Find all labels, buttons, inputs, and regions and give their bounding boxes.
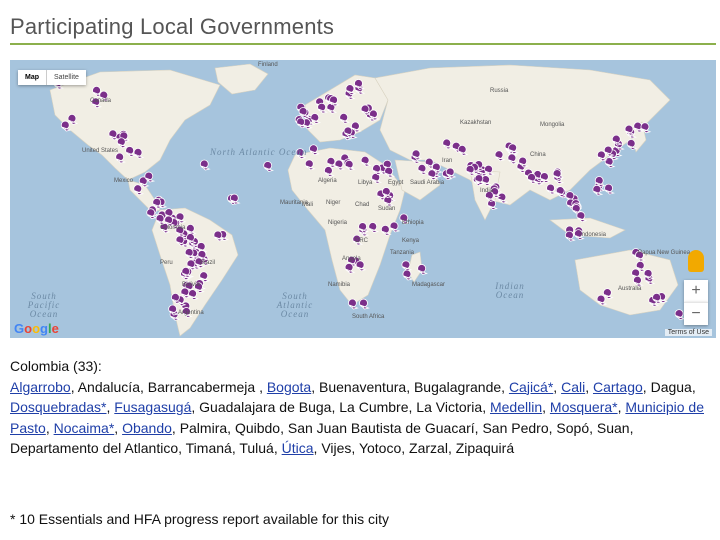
terms-of-use-link[interactable]: Terms of Use <box>664 329 712 336</box>
country-label-madagascar: Madagascar <box>412 282 446 288</box>
country-label-papua-new-guinea: Papua New Guinea <box>638 250 691 256</box>
country-heading: Colombia (33): <box>10 356 712 377</box>
location-pin-icon[interactable] <box>199 159 211 171</box>
country-label-tanzania: Tanzania <box>390 250 415 256</box>
city-palmira: Palmira <box>179 419 228 436</box>
city-la-victoria: La Victoria <box>416 399 483 415</box>
city-vijes: Vijes <box>321 440 352 456</box>
country-label-iran: Iran <box>442 158 453 164</box>
city-cajicá[interactable]: Cajicá* <box>509 379 553 395</box>
country-label-chad: Chad <box>355 202 370 208</box>
city-buenaventura: Buenaventura <box>319 378 407 395</box>
city-algarrobo[interactable]: Algarrobo <box>10 379 71 395</box>
country-label-niger: Niger <box>326 200 341 206</box>
country-label-bolivia: Bolivia <box>182 282 200 288</box>
location-pin-icon[interactable] <box>359 298 370 310</box>
location-pin-icon[interactable] <box>401 260 413 272</box>
city-list: Colombia (33): Algarrobo, Andalucía, Bar… <box>10 356 712 459</box>
city-fusagasugá[interactable]: Fusagasugá <box>114 399 191 415</box>
city-timaná: Timaná <box>185 440 232 456</box>
ocean-label-north-atlantic: North Atlantic Ocean <box>210 147 308 157</box>
google-logo: Google <box>14 321 59 336</box>
country-label-sudan: Sudan <box>378 206 396 212</box>
city-medellin[interactable]: Medellin <box>490 399 542 415</box>
page-title: Participating Local Governments <box>10 14 335 39</box>
city-zarzal: Zarzal <box>409 440 448 456</box>
map-type-map-button[interactable]: Map <box>18 70 46 85</box>
city-suan: Suan <box>596 419 630 436</box>
ocean-label-indian: Indian Ocean <box>495 281 525 300</box>
street-view-pegman-icon[interactable] <box>688 250 704 272</box>
country-label-peru: Peru <box>160 260 173 266</box>
ocean-label-south-atlantic: South Atlantic Ocean <box>276 291 314 319</box>
title-divider <box>10 43 716 45</box>
city-sopó: Sopó <box>556 419 590 436</box>
city-san-juan-bautista-de-guacarí: San Juan Bautista de Guacarí <box>287 419 475 436</box>
city-guadalajara-de-buga: Guadalajara de Buga <box>199 399 332 415</box>
ocean-label-south-pacific: South Pacific Ocean <box>27 291 61 319</box>
city-departamento-del-atlantico: Departamento del Atlantico <box>10 440 179 456</box>
city-zipaquirá: Zipaquirá <box>455 440 515 456</box>
location-pin-icon[interactable] <box>263 161 275 172</box>
city-cali[interactable]: Cali <box>561 379 585 395</box>
country-label-australia: Australia <box>618 286 642 292</box>
city-count: (33): <box>73 358 102 374</box>
country-label-mexico: Mexico <box>114 178 134 184</box>
zoom-in-button[interactable]: + <box>684 280 708 302</box>
country-name: Colombia <box>10 358 70 374</box>
country-label-russia: Russia <box>490 88 509 94</box>
country-label-china: China <box>530 152 546 158</box>
country-label-kazakhstan: Kazakhstan <box>460 120 492 126</box>
city-tuluá: Tuluá <box>239 440 274 456</box>
country-label-kenya: Kenya <box>402 238 420 244</box>
country-label-libya: Libya <box>358 180 373 186</box>
city-obando[interactable]: Obando <box>122 420 172 436</box>
country-label-finland: Finland <box>258 62 278 68</box>
country-label-nigeria: Nigeria <box>328 220 348 226</box>
map-type-control[interactable]: Map Satellite <box>18 70 86 85</box>
city-andalucía: Andalucía <box>77 378 140 395</box>
city-barrancabermeja: Barrancabermeja <box>147 378 260 395</box>
city-san-pedro: San Pedro <box>482 419 549 436</box>
footnote: * 10 Essentials and HFA progress report … <box>10 511 389 527</box>
country-label-ethiopia: Ethiopia <box>402 220 424 226</box>
country-label-brazil: Brazil <box>200 260 216 266</box>
country-label-canada: Canada <box>90 98 112 104</box>
city-cartago[interactable]: Cartago <box>593 379 643 395</box>
zoom-out-button[interactable]: − <box>684 302 708 325</box>
country-label-united-states: United States <box>82 148 119 154</box>
location-pin-icon[interactable] <box>674 309 686 321</box>
city-bogota[interactable]: Bogota <box>267 379 311 395</box>
city-dagua: Dagua <box>650 378 692 395</box>
zoom-controls: + − <box>684 250 708 325</box>
country-label-argentina: Argentina <box>178 310 204 316</box>
map-type-satellite-button[interactable]: Satellite <box>47 70 86 85</box>
country-label-angola: Angola <box>342 256 361 262</box>
country-label-drc: DRC <box>355 238 368 244</box>
country-label-indonesia: Indonesia <box>580 232 607 238</box>
map-land <box>49 63 707 337</box>
city-útica[interactable]: Útica <box>282 440 314 456</box>
city-bugalagrande: Bugalagrande <box>413 378 502 395</box>
city-dosquebradas[interactable]: Dosquebradas* <box>10 399 107 415</box>
location-pin-icon[interactable] <box>604 183 615 195</box>
city-la-cumbre: La Cumbre <box>339 399 409 415</box>
country-label-egypt: Egypt <box>388 180 404 186</box>
country-label-mauritania: Mauritania <box>280 200 309 206</box>
country-label-india: India <box>480 188 494 194</box>
country-label-namibia: Namibia <box>328 282 351 288</box>
city-mosquera[interactable]: Mosquera* <box>550 399 618 415</box>
cities-paragraph: Algarrobo, Andalucía, Barrancabermeja , … <box>10 378 704 457</box>
country-label-mongolia: Mongolia <box>540 122 565 128</box>
country-label-algeria: Algeria <box>318 178 337 184</box>
city-nocaima[interactable]: Nocaima* <box>54 420 115 436</box>
world-map[interactable]: Map Satellite North Atlantic Ocean South… <box>10 60 716 338</box>
country-label-south-africa: South Africa <box>352 314 385 320</box>
city-quibdo: Quibdo <box>234 419 281 436</box>
city-yotoco: Yotoco <box>358 440 402 456</box>
country-label-colombia: Colombia <box>160 225 186 231</box>
country-label-saudi-arabia: Saudi Arabia <box>410 180 445 186</box>
